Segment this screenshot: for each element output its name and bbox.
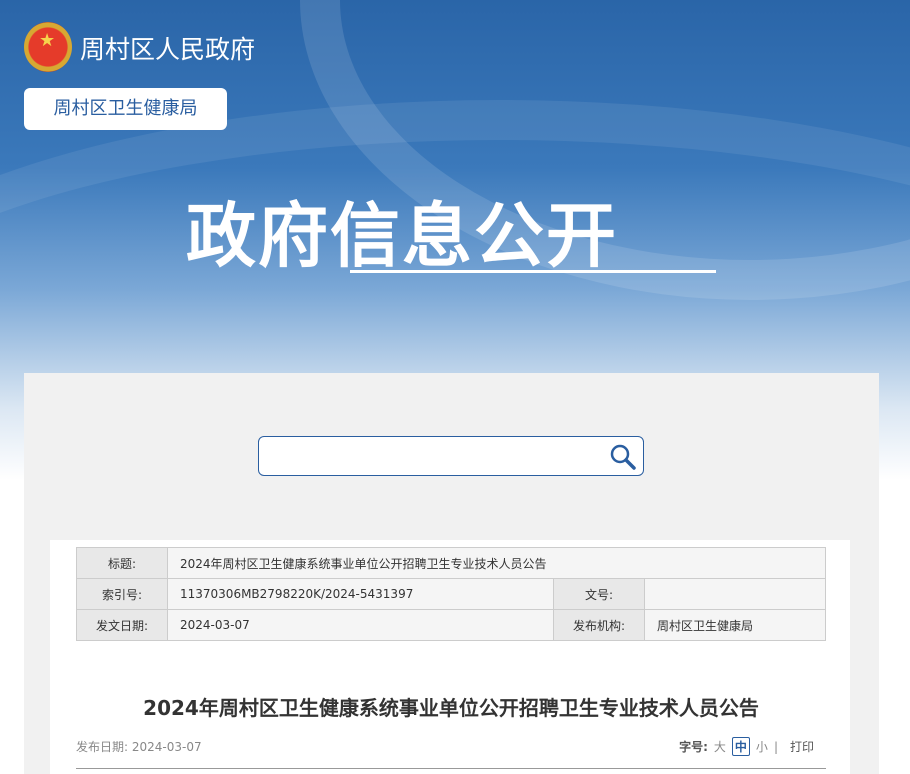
font-large-button[interactable]: 大 bbox=[714, 738, 726, 755]
national-emblem-icon bbox=[24, 22, 72, 72]
org-value: 周村区卫生健康局 bbox=[644, 609, 826, 641]
divider bbox=[76, 768, 826, 769]
info-table: 标题: 2024年周村区卫生健康系统事业单位公开招聘卫生专业技术人员公告 索引号:… bbox=[76, 547, 826, 641]
font-size-tools: 字号: 大 中 小 | 打印 bbox=[679, 737, 814, 756]
title-label: 标题: bbox=[76, 547, 168, 579]
font-medium-button[interactable]: 中 bbox=[731, 737, 750, 756]
title-value: 2024年周村区卫生健康系统事业单位公开招聘卫生专业技术人员公告 bbox=[167, 547, 826, 579]
font-size-label: 字号: bbox=[679, 740, 708, 754]
separator: | bbox=[773, 739, 778, 754]
date-label: 发文日期: bbox=[76, 609, 168, 641]
search-box[interactable] bbox=[258, 436, 644, 476]
gov-name[interactable]: 周村区人民政府 bbox=[80, 30, 255, 66]
publish-date: 发布日期: 2024-03-07 bbox=[76, 740, 202, 754]
font-small-button[interactable]: 小 bbox=[756, 738, 768, 755]
print-button[interactable]: 打印 bbox=[790, 738, 814, 755]
index-label: 索引号: bbox=[76, 578, 168, 610]
article-title: 2024年周村区卫生健康系统事业单位公开招聘卫生专业技术人员公告 bbox=[143, 696, 759, 720]
docno-label: 文号: bbox=[553, 578, 645, 610]
banner-title: 政府信息公开 bbox=[186, 195, 618, 277]
date-value: 2024-03-07 bbox=[167, 609, 554, 641]
docno-value bbox=[644, 578, 826, 610]
org-label: 发布机构: bbox=[553, 609, 645, 641]
index-value: 11370306MB2798220K/2024-5431397 bbox=[167, 578, 554, 610]
title-underline bbox=[350, 270, 716, 273]
dept-button[interactable]: 周村区卫生健康局 bbox=[24, 88, 227, 130]
